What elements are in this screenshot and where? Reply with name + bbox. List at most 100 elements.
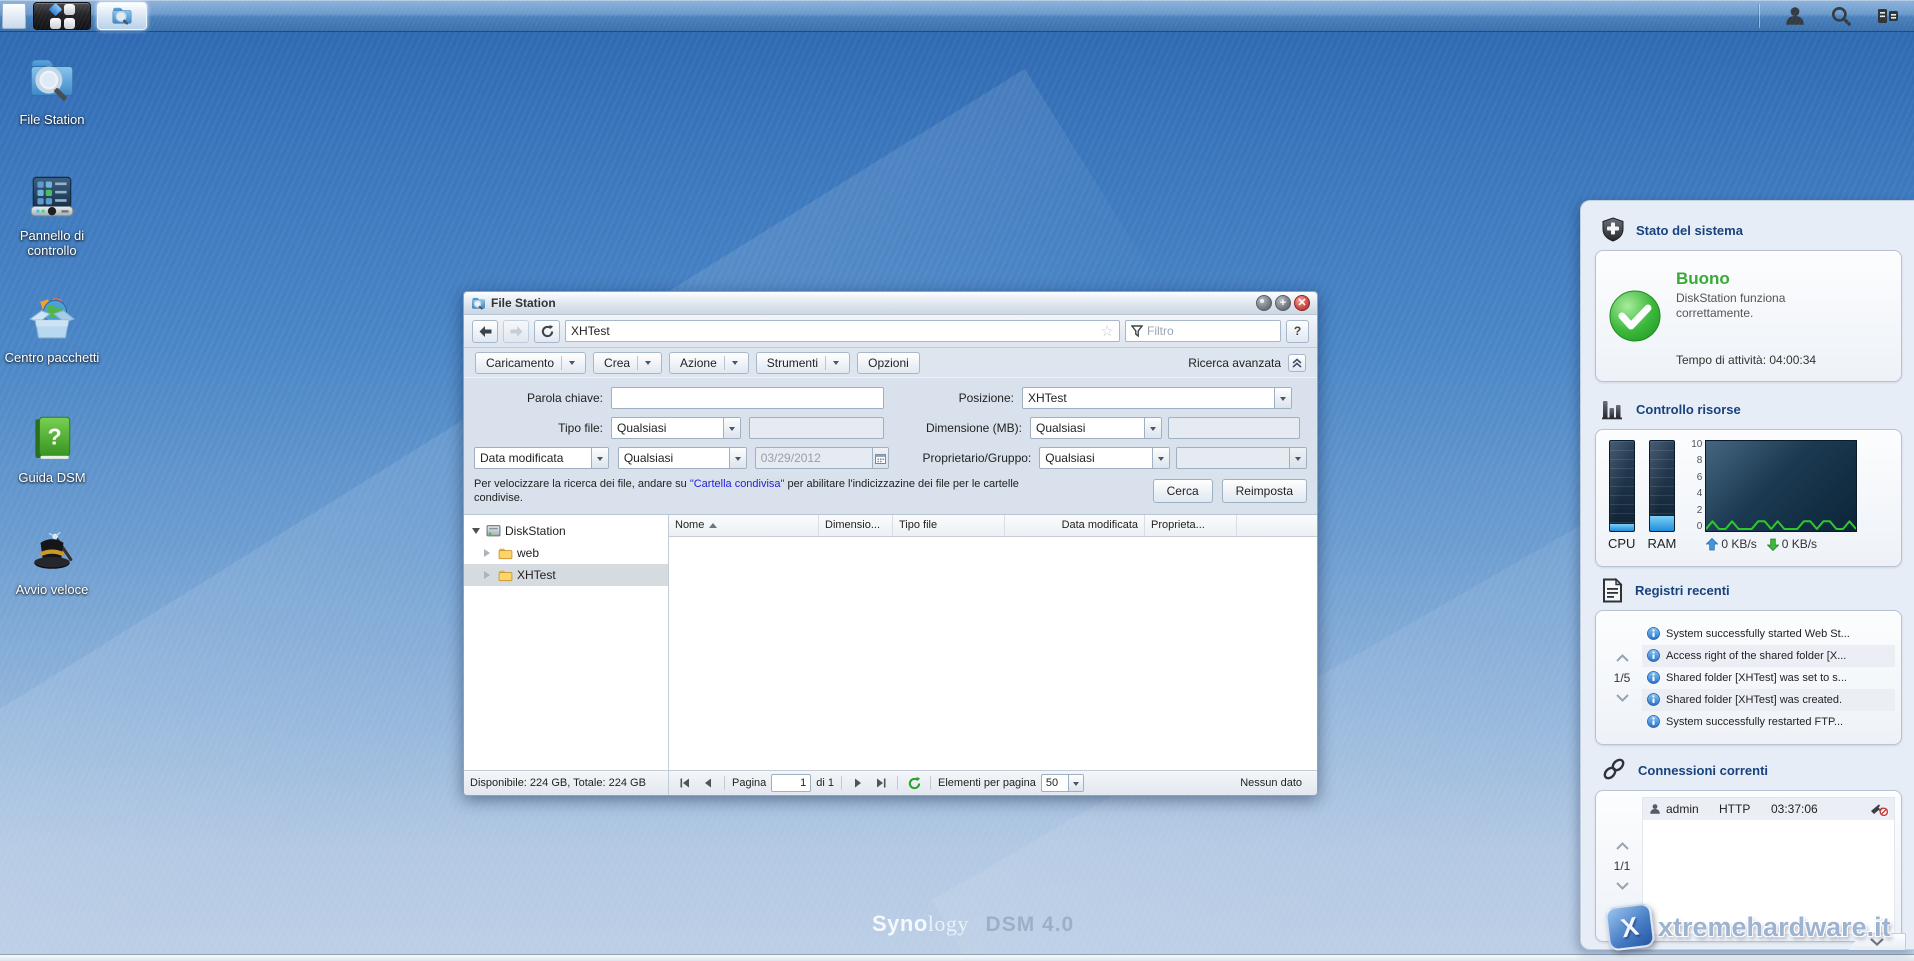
upload-menu-button[interactable]: Caricamento [475,352,586,374]
prev-page-button[interactable] [699,774,717,792]
show-desktop-button[interactable] [2,3,26,29]
reset-button[interactable]: Reimposta [1222,479,1307,503]
log-row[interactable]: Access right of the shared folder [X... [1642,645,1895,667]
help-button[interactable]: ? [1286,320,1309,343]
desktop-icon-label: File Station [4,113,100,128]
desktop-icon-dsm-help[interactable]: ? Guida DSM [4,412,100,486]
desktop-icon-label: Guida DSM [4,471,100,486]
refresh-button[interactable] [534,320,560,343]
connection-list: admin HTTP 03:37:06 [1642,797,1895,935]
log-row[interactable]: Shared folder [XHTest] was created. [1642,689,1895,711]
pager-down-button[interactable] [1616,882,1629,890]
select-arrow-button[interactable] [1068,775,1083,791]
shared-folder-link[interactable]: "Cartella condivisa" [690,478,785,490]
package-center-icon [27,292,77,342]
filter-input[interactable] [1147,324,1275,338]
sort-asc-icon [709,519,717,528]
next-page-icon [854,778,862,788]
log-row[interactable]: System successfully started Web St... [1642,623,1895,645]
keyword-field[interactable] [611,387,884,409]
chevron-down-icon [597,457,603,464]
info-icon [1647,649,1660,662]
file-station-task-button[interactable] [97,2,147,30]
search-button[interactable] [1830,5,1852,27]
modified-cond-select[interactable]: Qualsiasi [618,447,747,469]
user-menu-button[interactable] [1784,5,1806,27]
maximize-button[interactable]: + [1275,295,1291,311]
expander-closed-icon[interactable] [484,549,494,557]
wallpaper-bottom-strip [0,954,1914,961]
file-list-header: Nome Dimensio... Tipo file Data modifica… [669,515,1317,537]
pager-up-button[interactable] [1616,654,1629,662]
tools-menu-button[interactable]: Strumenti [756,352,850,374]
select-arrow-button[interactable] [591,448,608,468]
per-page-select[interactable]: 50 [1041,774,1084,792]
filetype-extra-field [749,417,884,439]
log-row[interactable]: Shared folder [XHTest] was set to s... [1642,667,1895,689]
select-arrow-button[interactable] [723,418,740,438]
create-menu-button[interactable]: Crea [593,352,662,374]
pager-up-button[interactable] [1616,842,1629,850]
desktop-icon-control-panel[interactable]: Pannello di controllo [4,170,100,259]
owner-select[interactable]: Qualsiasi [1039,447,1170,469]
column-header-data-modificata[interactable]: Data modificata [1005,515,1145,536]
close-button[interactable]: ✕ [1294,295,1310,311]
first-page-button[interactable] [676,774,694,792]
desktop-icon-file-station[interactable]: File Station [4,54,100,128]
search-icon [1830,5,1852,27]
last-page-button[interactable] [872,774,890,792]
page-input[interactable] [771,774,811,792]
desktop-icon-quick-start[interactable]: Avvio veloce [4,524,100,598]
select-arrow-button[interactable] [729,448,746,468]
expander-closed-icon[interactable] [484,571,494,579]
expander-open-icon[interactable] [472,528,480,538]
pilot-view-button[interactable] [1876,6,1900,26]
calendar-button[interactable] [872,448,888,468]
widget-title: Stato del sistema [1636,223,1743,238]
pager-down-button[interactable] [1616,694,1629,702]
refresh-list-button[interactable] [905,774,923,792]
status-description: DiskStation funziona correttamente. [1676,291,1836,321]
size-select[interactable]: Qualsiasi [1030,417,1162,439]
main-menu-button[interactable] [33,2,91,30]
next-page-button[interactable] [849,774,867,792]
minimize-button[interactable] [1256,295,1272,311]
select-arrow-button[interactable] [1144,418,1161,438]
advanced-search-toggle[interactable] [1288,354,1306,372]
desktop-icon-package-center[interactable]: Centro pacchetti [4,292,100,366]
column-header-dimensione[interactable]: Dimensio... [819,515,893,536]
column-header-tipo-file[interactable]: Tipo file [893,515,1005,536]
options-button[interactable]: Opzioni [857,352,920,374]
column-header-proprietario[interactable]: Proprieta... [1145,515,1237,536]
disconnect-button[interactable] [1870,803,1888,816]
date-field [755,447,889,469]
log-row[interactable]: System successfully restarted FTP... [1642,711,1895,733]
connection-row[interactable]: admin HTTP 03:37:06 [1643,798,1894,820]
user-icon [1649,803,1661,815]
select-arrow-button[interactable] [1152,448,1169,468]
file-list-body[interactable] [669,537,1317,770]
tree-root-diskstation[interactable]: DiskStation [464,520,668,542]
column-header-nome[interactable]: Nome [669,515,819,536]
favorite-star-icon[interactable]: ☆ [1101,322,1114,340]
keyword-label: Parola chiave: [474,391,611,405]
action-menu-button[interactable]: Azione [669,352,749,374]
position-select[interactable]: XHTest [1022,387,1292,409]
tree-item-web[interactable]: web [464,542,668,564]
chain-link-icon [1601,758,1627,782]
double-chevron-up-icon [1292,358,1302,368]
ram-label: RAM [1647,536,1676,551]
search-button[interactable]: Cerca [1153,479,1213,503]
taskbar [0,0,1914,32]
forward-button[interactable] [503,320,529,343]
forward-arrow-icon [510,326,523,337]
modified-field-select[interactable]: Data modificata [474,447,609,469]
filetype-select[interactable]: Qualsiasi [611,417,741,439]
select-arrow-button[interactable] [1274,388,1291,408]
window-titlebar[interactable]: File Station + ✕ [464,292,1317,315]
back-button[interactable] [472,320,498,343]
tree-item-xhtest[interactable]: XHTest [464,564,668,586]
pager-label: 1/5 [1614,671,1631,685]
path-input[interactable] [571,324,1101,338]
file-station-icon [471,296,486,311]
